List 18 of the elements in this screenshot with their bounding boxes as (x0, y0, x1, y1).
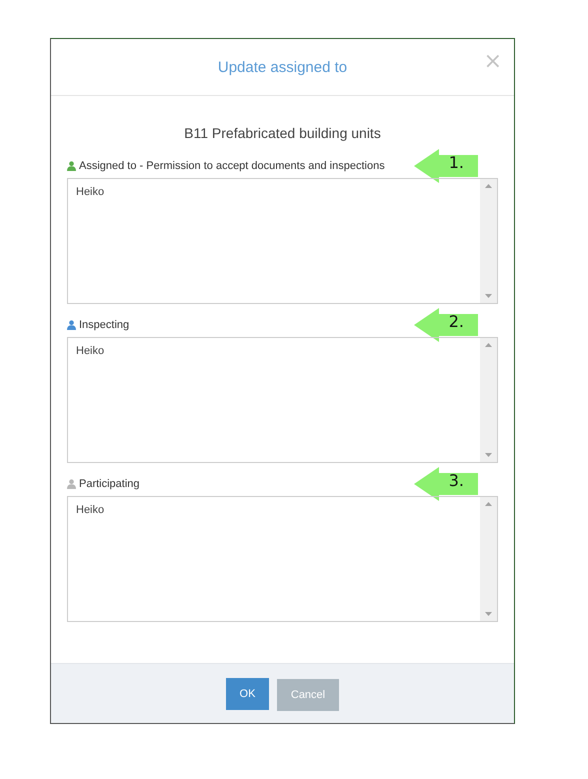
scrollbar[interactable] (480, 497, 497, 621)
annotation-number: 3. (448, 470, 464, 492)
arrow-annotation (414, 467, 478, 501)
field-label: Participating (79, 478, 140, 490)
field-label: Inspecting (79, 319, 130, 331)
text-area[interactable]: Heiko (67, 337, 498, 463)
field-label: Assigned to - Permission to accept documents and inspections (79, 160, 385, 172)
scrollbar[interactable] (480, 179, 497, 303)
annotation-number: 2. (448, 311, 464, 333)
arrow-annotation (414, 149, 478, 183)
text-area[interactable]: Heiko (67, 178, 498, 304)
dialog-title: Update assigned to (218, 58, 348, 76)
annotation-number: 1. (448, 152, 464, 174)
scrollbar[interactable] (480, 338, 497, 462)
ok-button[interactable]: OK (226, 678, 269, 710)
text-area[interactable]: Heiko (67, 496, 498, 622)
subtitle: B11 Prefabricated building units (183, 124, 382, 142)
arrow-annotation (414, 308, 478, 342)
